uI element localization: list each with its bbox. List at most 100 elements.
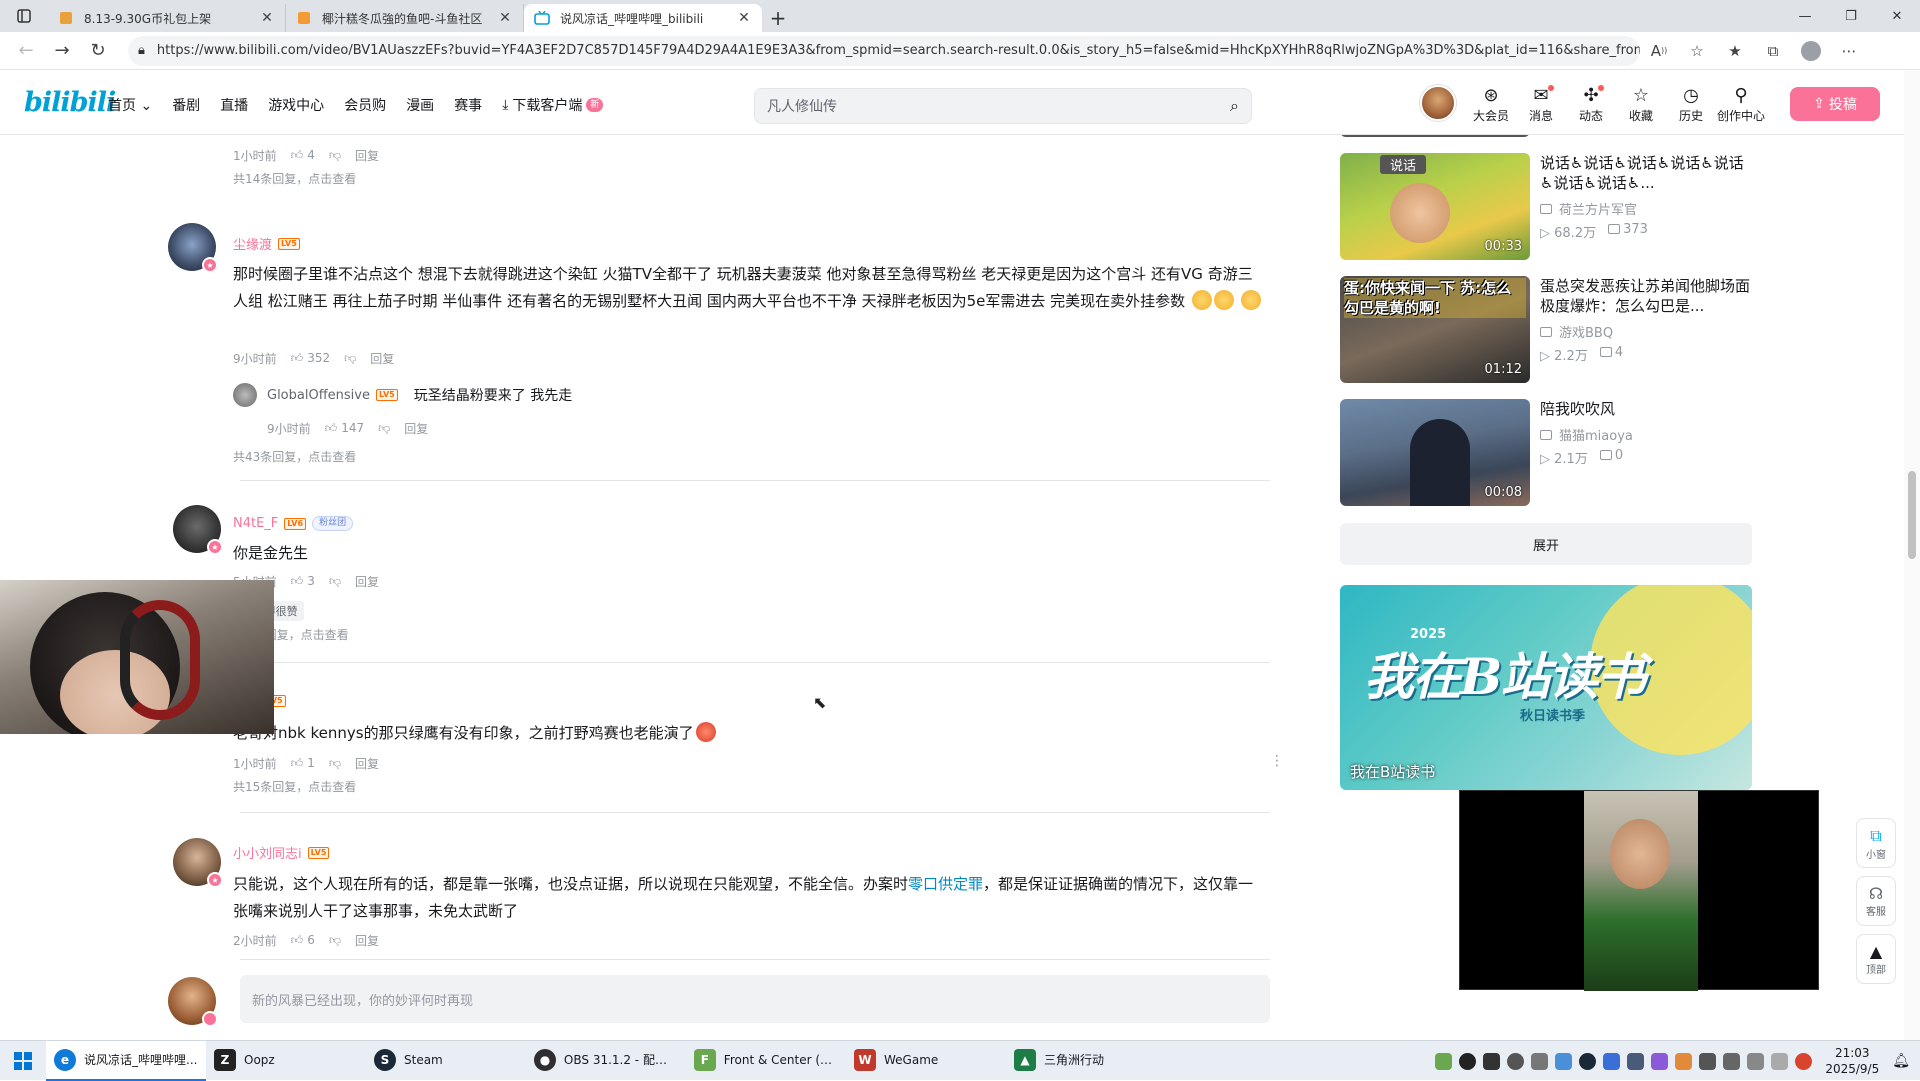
nav-home[interactable]: 首页 ⌄: [108, 95, 152, 115]
avatar[interactable]: [168, 977, 218, 1027]
rec-card[interactable]: 00:08 陪我吹吹风 猫猫miaoya ▷ 2.1万 0: [1340, 399, 1752, 509]
rec-title[interactable]: 说话♿说话♿说话♿说话♿说话♿说话♿说话♿...: [1540, 153, 1752, 193]
like-button[interactable]: 👍︎ 1: [291, 756, 315, 771]
nav-vip[interactable]: ⊛ 大会员: [1466, 85, 1516, 124]
avatar[interactable]: ★: [168, 223, 218, 273]
forward-icon[interactable]: →: [44, 33, 80, 69]
nav-messages[interactable]: ✉ 消息: [1516, 85, 1566, 124]
search-bar[interactable]: 凡人修仙传 ⌕: [754, 88, 1252, 124]
tray-app-icon[interactable]: [1651, 1052, 1669, 1070]
nav-creator[interactable]: ⚲ 创作中心: [1716, 85, 1766, 124]
back-icon[interactable]: ←: [8, 33, 44, 69]
dislike-icon[interactable]: 👎︎: [329, 148, 341, 163]
avatar[interactable]: ★: [173, 505, 223, 555]
restore-icon[interactable]: ❐: [1828, 0, 1874, 32]
dislike-icon[interactable]: 👎︎: [329, 756, 341, 771]
bilibili-logo[interactable]: bilibili: [24, 87, 116, 118]
tab-actions-icon[interactable]: [0, 0, 48, 32]
dislike-icon[interactable]: 👎︎: [378, 421, 390, 436]
close-icon[interactable]: ✕: [736, 10, 752, 26]
tray-app-icon[interactable]: [1795, 1052, 1813, 1070]
nav-shop[interactable]: 会员购: [344, 95, 386, 115]
mini-window-button[interactable]: ⧉ 小窗: [1856, 818, 1896, 868]
picture-in-picture-player[interactable]: [1459, 790, 1819, 991]
view-replies-link[interactable]: 共14条回复，点击查看: [233, 170, 356, 190]
like-button[interactable]: 👍︎ 6: [291, 933, 315, 948]
rec-up[interactable]: 荷兰方片军官: [1540, 199, 1752, 218]
browser-tab[interactable]: 椰汁糕冬瓜強的鱼吧-斗鱼社区 ✕: [286, 4, 524, 32]
nav-favorites[interactable]: ☆ 收藏: [1616, 85, 1666, 124]
rec-title[interactable]: 蛋总突发恶疾让苏弟闻他脚场面极度爆炸：怎么勾巴是...: [1540, 276, 1752, 316]
reply-button[interactable]: 回复: [355, 932, 379, 949]
rec-thumbnail[interactable]: 00:08: [1340, 399, 1530, 506]
dislike-icon[interactable]: 👎︎: [344, 351, 356, 366]
download-client-link[interactable]: ⤓ 下载客户端 新: [502, 95, 604, 115]
tray-app-icon[interactable]: [1483, 1052, 1501, 1070]
url-field[interactable]: 🔒︎ https://www.bilibili.com/video/BV1AUa…: [128, 35, 1640, 66]
network-icon[interactable]: [1771, 1052, 1789, 1070]
rec-card[interactable]: 说话 00:33 说话♿说话♿说话♿说话♿说话♿说话♿说话♿... 荷兰方片军官…: [1340, 153, 1752, 263]
nav-live[interactable]: 直播: [220, 95, 248, 115]
avatar[interactable]: [1420, 85, 1456, 121]
like-button[interactable]: 👍︎ 3: [291, 574, 315, 589]
reply-button[interactable]: 回复: [355, 147, 379, 164]
comment-user[interactable]: 小小刘同志i LV5: [233, 843, 330, 862]
refresh-icon[interactable]: ↻: [80, 33, 116, 69]
expand-button[interactable]: 展开: [1340, 523, 1752, 565]
tray-app-icon[interactable]: [1507, 1052, 1525, 1070]
rec-thumbnail[interactable]: 蛋:你快来闻一下 苏:怎么勾巴是黄的啊! 01:12: [1340, 276, 1530, 383]
comment-user[interactable]: 尘缘渡 LV5: [233, 234, 300, 253]
nav-game-center[interactable]: 游戏中心: [268, 95, 324, 115]
search-link[interactable]: 零口供定罪: [908, 875, 983, 893]
tray-app-icon[interactable]: [1627, 1052, 1645, 1070]
close-window-icon[interactable]: ✕: [1874, 0, 1920, 32]
tray-app-icon[interactable]: [1435, 1052, 1453, 1070]
read-aloud-icon[interactable]: A)): [1640, 33, 1678, 69]
dislike-icon[interactable]: 👎︎: [329, 933, 341, 948]
like-button[interactable]: 👍︎ 352: [291, 351, 330, 366]
taskbar-app[interactable]: F Front & Center (E...: [686, 1041, 846, 1081]
display-icon[interactable]: [1723, 1052, 1741, 1070]
tray-app-icon[interactable]: [1603, 1052, 1621, 1070]
search-icon[interactable]: ⌕: [1230, 96, 1239, 116]
post-button[interactable]: ⇪ 投稿: [1790, 87, 1880, 121]
nav-dynamic[interactable]: ✣ 动态: [1566, 85, 1616, 124]
microphone-icon[interactable]: [1555, 1052, 1573, 1070]
page-scrollbar[interactable]: [1904, 71, 1920, 1041]
more-menu-icon[interactable]: ⋯: [1830, 33, 1868, 69]
comment-user[interactable]: GlobalOffensive LV5: [267, 388, 398, 403]
close-icon[interactable]: ✕: [497, 10, 513, 26]
favorites-icon[interactable]: ★: [1716, 33, 1754, 69]
taskbar-app[interactable]: ▲ 三角洲行动: [1006, 1041, 1166, 1081]
taskbar-app[interactable]: S Steam: [366, 1041, 526, 1081]
close-icon[interactable]: ✕: [259, 10, 275, 26]
taskbar-app[interactable]: W WeGame: [846, 1041, 1006, 1081]
reply-button[interactable]: 回复: [355, 755, 379, 772]
clock[interactable]: 21:03 2025/9/5: [1825, 1045, 1879, 1077]
avatar[interactable]: ★: [173, 838, 223, 888]
taskbar-app[interactable]: ● OBS 31.1.2 - 配置...: [526, 1041, 686, 1081]
search-input[interactable]: 凡人修仙传: [767, 96, 1230, 116]
add-favorite-icon[interactable]: ☆: [1678, 33, 1716, 69]
new-tab-icon[interactable]: +: [762, 4, 794, 32]
browser-tab[interactable]: 8.13-9.30G币礼包上架 ✕: [48, 4, 286, 32]
tray-app-icon[interactable]: [1531, 1052, 1549, 1070]
steam-tray-icon[interactable]: [1579, 1052, 1597, 1070]
reply-button[interactable]: 回复: [370, 350, 394, 367]
like-button[interactable]: 👍︎ 147: [325, 421, 364, 436]
comment-input[interactable]: 新的风暴已经出现，你的妙评何时再现: [240, 975, 1270, 1023]
nav-esports[interactable]: 赛事: [454, 95, 482, 115]
rec-title[interactable]: 陪我吹吹风: [1540, 399, 1752, 419]
browser-tab-active[interactable]: 说风凉话_哔哩哔哩_bilibili ✕: [524, 4, 762, 32]
view-replies-link[interactable]: 共43条回复，点击查看: [233, 448, 356, 468]
profile-icon[interactable]: [1792, 33, 1830, 69]
customer-service-button[interactable]: ☊ 客服: [1856, 876, 1896, 926]
nav-manga[interactable]: 漫画: [406, 95, 434, 115]
taskbar-app[interactable]: e 说风凉话_哔哩哔哩...: [46, 1040, 206, 1081]
minimize-icon[interactable]: —: [1782, 0, 1828, 32]
rec-thumbnail[interactable]: 说话 00:33: [1340, 153, 1530, 260]
reply-button[interactable]: 回复: [404, 420, 428, 437]
mute-icon[interactable]: [1699, 1052, 1717, 1070]
avatar[interactable]: [233, 383, 257, 407]
nav-anime[interactable]: 番剧: [172, 95, 200, 115]
